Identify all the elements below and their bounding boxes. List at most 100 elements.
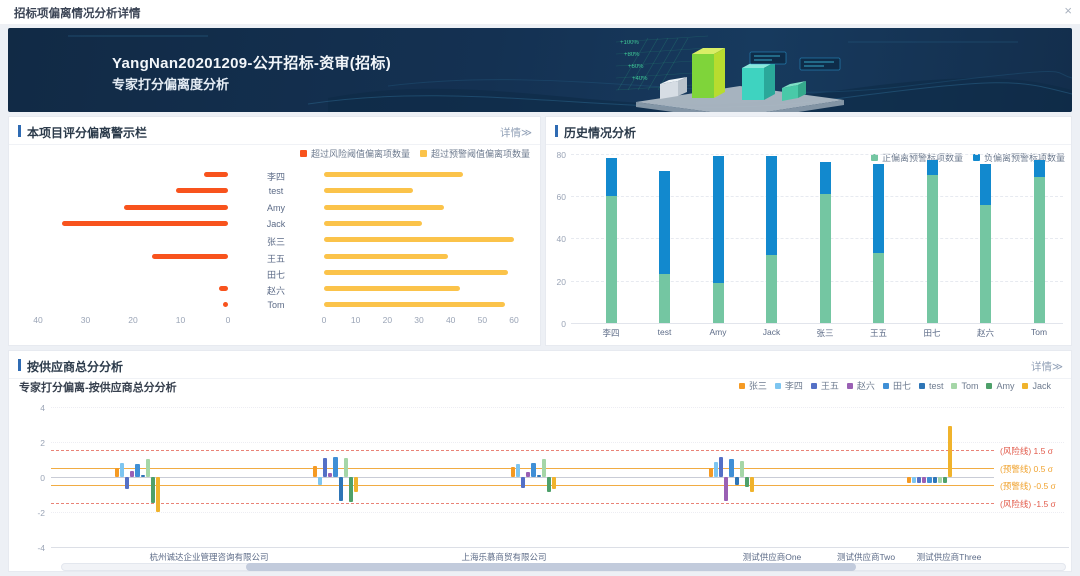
tornado-chart: 超过风险阈值偏离项数量超过预警阈值偏离项数量李四testAmyJack张三王五田… (9, 117, 540, 345)
legend-swatch (973, 154, 980, 161)
gridline (51, 442, 1064, 443)
bar-warning (324, 205, 444, 210)
bar-warning (324, 302, 505, 307)
bar-李四 (714, 462, 718, 477)
gridline (51, 512, 1064, 513)
bar-positive (659, 274, 670, 323)
legend-swatch (775, 383, 781, 389)
legend-item[interactable]: 超过风险阈值偏离项数量 (300, 147, 410, 160)
bar-田七 (729, 459, 733, 477)
bar-risk (124, 205, 229, 210)
row-label: test (228, 186, 324, 196)
bar-negative (713, 156, 724, 283)
chart-legend: 张三李四王五 赵六田七 test Tom Amy Jack (739, 379, 1051, 392)
x-axis-tick-label: 30 (409, 315, 429, 325)
legend-item[interactable]: 田七 (883, 379, 911, 392)
legend-item[interactable]: Jack (1022, 381, 1051, 391)
bar-positive (1034, 177, 1045, 323)
bar-test (933, 477, 937, 483)
page-title: 招标项偏离情况分析详情 (14, 5, 141, 21)
x-axis-category-label: 田七 (910, 327, 954, 339)
bar-张三 (907, 477, 911, 483)
x-axis-category-label: Tom (1017, 327, 1061, 337)
bar-Jack (156, 477, 160, 512)
bar-Jack (948, 426, 952, 477)
x-axis-tick-label: 0 (218, 315, 238, 325)
banner-subtitle: 专家打分偏离度分析 (112, 74, 229, 93)
legend-item[interactable]: test (919, 381, 944, 391)
reference-line (51, 468, 994, 469)
x-axis-tick-label: 20 (123, 315, 143, 325)
bar-张三 (709, 468, 713, 477)
legend-item[interactable]: 张三 (739, 379, 767, 392)
y-axis-tick-label: -2 (23, 508, 45, 518)
bar-Tom (740, 461, 744, 477)
bar-王五 (917, 477, 921, 483)
bar-negative (927, 160, 938, 175)
bar-Jack (750, 477, 754, 493)
window-titlebar: 招标项偏离情况分析详情 × (0, 0, 1080, 25)
legend-label: Amy (996, 381, 1014, 391)
row-label: 张三 (228, 235, 324, 248)
x-axis-category-label: 赵六 (964, 327, 1008, 339)
bar-Amy (547, 477, 551, 493)
panel-project-deviation: 本项目评分偏离警示栏 详情≫ 超过风险阈值偏离项数量超过预警阈值偏离项数量李四t… (8, 116, 541, 346)
close-icon[interactable]: × (1064, 3, 1072, 19)
bar-warning (324, 270, 508, 275)
bar-negative (659, 171, 670, 275)
legend-item[interactable]: 赵六 (847, 379, 875, 392)
bar-positive (927, 175, 938, 323)
legend-label: Tom (961, 381, 978, 391)
banner-project-title: YangNan20201209-公开招标-资审(招标) (112, 52, 391, 73)
supplier-deviation-chart: 张三李四王五赵六田七testTomAmyJack420-2-4(风险线) 1.5… (9, 351, 1071, 571)
banner-axis-label: +40% (632, 76, 648, 82)
bar-赵六 (328, 473, 332, 477)
x-axis-line (571, 323, 1063, 324)
bar-Tom (542, 459, 546, 477)
x-axis-category-label: Jack (750, 327, 794, 337)
bar-risk (219, 286, 229, 291)
legend-label: 赵六 (857, 379, 875, 392)
gridline (51, 407, 1064, 408)
row-label: Jack (228, 219, 324, 229)
legend-item[interactable]: Tom (951, 381, 978, 391)
bar-赵六 (526, 472, 530, 476)
legend-item[interactable]: 王五 (811, 379, 839, 392)
bar-warning (324, 172, 463, 177)
bar-李四 (120, 463, 124, 477)
bar-negative (980, 164, 991, 204)
y-axis-tick-label: 4 (23, 403, 45, 413)
bar-赵六 (130, 471, 134, 476)
legend-label: 张三 (749, 379, 767, 392)
legend-item[interactable]: Amy (986, 381, 1014, 391)
panel-history: 历史情况分析 正偏离预警标项数量负偏离预警标项数量020406080李四test… (545, 116, 1072, 346)
legend-item[interactable]: 李四 (775, 379, 803, 392)
bar-Tom (344, 458, 348, 476)
y-axis-tick-label: 80 (546, 150, 566, 160)
bar-田七 (927, 477, 931, 483)
bar-positive (980, 205, 991, 323)
x-axis-category-label: test (643, 327, 687, 337)
legend-label: test (929, 381, 944, 391)
bar-Tom (938, 477, 942, 483)
bar-risk (152, 254, 228, 259)
bar-李四 (912, 477, 916, 483)
banner-axis-label: +60% (628, 64, 644, 70)
legend-swatch (986, 383, 992, 389)
bar-Jack (552, 477, 556, 489)
x-axis-category-label: 李四 (589, 327, 633, 339)
bar-test (735, 477, 739, 486)
legend-item[interactable]: 超过预警阈值偏离项数量 (420, 147, 530, 160)
bar-赵六 (724, 477, 728, 502)
bar-warning (324, 221, 422, 226)
x-axis-tick-label: 40 (441, 315, 461, 325)
row-label: Tom (228, 300, 324, 310)
x-axis-category-label: 上海乐慕商贸有限公司 (404, 551, 604, 563)
panel-supplier-analysis: 按供应商总分分析 详情≫ 专家打分偏离-按供应商总分分析 张三李四王五赵六田七t… (8, 350, 1072, 572)
bar-Amy (349, 477, 353, 502)
datazoom-thumb[interactable] (246, 563, 856, 571)
y-axis-tick-label: 0 (546, 319, 566, 329)
banner: +100%+80%+60%+40% YangNan20201209-公开招标-资… (8, 28, 1072, 112)
x-axis-category-label: 杭州诚达企业管理咨询有限公司 (109, 551, 309, 563)
legend-swatch (739, 383, 745, 389)
